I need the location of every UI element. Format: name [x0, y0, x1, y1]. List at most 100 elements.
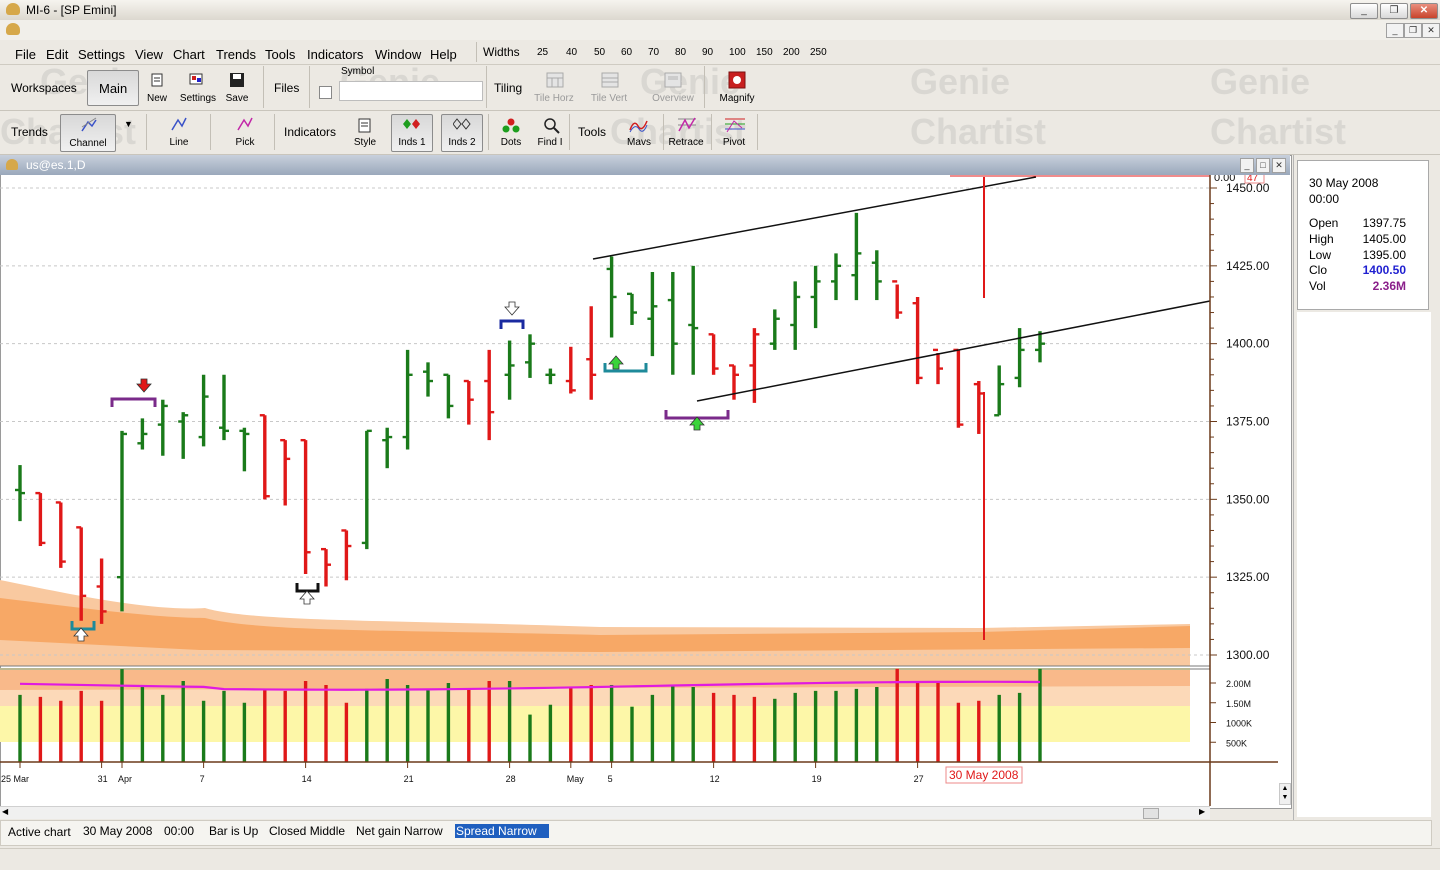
info-volume-label: Vol — [1309, 279, 1326, 293]
new-button[interactable]: New — [145, 93, 169, 104]
title-bar: MI-6 - [SP Emini] _ ❐ ✕ — [0, 0, 1440, 21]
price-bars[interactable] — [15, 212, 1045, 624]
chart-minimize-button[interactable]: _ — [1240, 158, 1254, 173]
side-blank-area — [1297, 312, 1431, 817]
price-bar — [606, 256, 617, 338]
settings-button[interactable]: Settings — [178, 93, 218, 104]
menu-tools[interactable]: Tools — [265, 47, 295, 62]
chart-window-titlebar: us@es.1,D _ □ ✕ — [0, 155, 1290, 175]
restore-button[interactable]: ❐ — [1380, 3, 1408, 19]
chart-close-button[interactable]: ✕ — [1272, 158, 1286, 173]
magnify-icon[interactable] — [728, 71, 746, 89]
indicators-label: Indicators — [284, 125, 337, 139]
close-button[interactable]: ✕ — [1410, 3, 1438, 19]
width-option-70[interactable]: 70 — [648, 47, 659, 58]
style-button[interactable]: Style — [348, 137, 382, 148]
width-option-80[interactable]: 80 — [675, 47, 686, 58]
width-option-40[interactable]: 40 — [566, 47, 577, 58]
tile-vert-icon[interactable] — [601, 72, 619, 88]
channel-label: Channel — [69, 138, 107, 149]
child-restore-button[interactable]: ❐ — [1404, 23, 1422, 38]
line-icon[interactable] — [170, 116, 188, 134]
scroll-left-icon[interactable]: ◀ — [2, 807, 8, 816]
menu-window[interactable]: Window — [375, 47, 421, 62]
mavs-icon[interactable] — [629, 117, 649, 135]
tile-vert-button[interactable]: Tile Vert — [585, 93, 633, 104]
scroll-right-icon[interactable]: ▶ — [1199, 807, 1205, 816]
find-button[interactable]: Find I — [533, 137, 567, 148]
price-tick-label: 1375.00 — [1226, 414, 1270, 428]
main-workspace-button[interactable]: Main — [87, 70, 139, 106]
overview-icon[interactable] — [664, 72, 682, 88]
width-option-150[interactable]: 150 — [756, 47, 773, 58]
price-tick-label: 1325.00 — [1226, 570, 1270, 584]
settings-icon[interactable] — [188, 72, 206, 90]
retrace-button[interactable]: Retrace — [666, 137, 706, 148]
width-option-100[interactable]: 100 — [729, 47, 746, 58]
time-tick-label: 28 — [506, 774, 516, 784]
menu-indicators[interactable]: Indicators — [307, 47, 363, 62]
dots-icon[interactable] — [502, 117, 520, 135]
width-option-90[interactable]: 90 — [702, 47, 713, 58]
new-icon[interactable] — [149, 72, 167, 90]
pivot-button[interactable]: Pivot — [717, 137, 751, 148]
menu-trends[interactable]: Trends — [216, 47, 256, 62]
price-bar — [15, 465, 25, 522]
menu-help[interactable]: Help — [430, 47, 457, 62]
find-icon[interactable] — [543, 117, 561, 135]
info-time: 00:00 — [1309, 192, 1340, 206]
magnify-button[interactable]: Magnify — [714, 93, 760, 104]
price-scroll-arrows[interactable]: ▲ ▼ — [1279, 783, 1291, 805]
menu-view[interactable]: View — [135, 47, 163, 62]
dots-button[interactable]: Dots — [494, 137, 528, 148]
line-button[interactable]: Line — [162, 137, 196, 148]
main-workspace-label: Main — [99, 81, 128, 96]
price-bar — [198, 374, 209, 447]
price-bar — [117, 430, 127, 612]
channel-upper-line — [592, 176, 1037, 260]
horizontal-scrollbar[interactable]: ◀ ▶ — [0, 806, 1210, 819]
inds1-button[interactable]: Inds 1 — [391, 114, 433, 152]
signal-bracket — [110, 397, 157, 407]
toolbar-separator — [210, 114, 211, 150]
down-arrow-icon — [136, 378, 152, 393]
menu-edit[interactable]: Edit — [46, 47, 68, 62]
overview-button[interactable]: Overview — [648, 93, 698, 104]
width-option-200[interactable]: 200 — [783, 47, 800, 58]
time-tick-label: 25 Mar — [1, 774, 29, 784]
symbol-input[interactable] — [339, 81, 483, 101]
minimize-button[interactable]: _ — [1350, 3, 1378, 19]
scroll-thumb[interactable] — [1143, 808, 1159, 819]
child-close-button[interactable]: ✕ — [1422, 23, 1440, 38]
toolbar-separator — [146, 114, 147, 150]
mavs-button[interactable]: Mavs — [622, 137, 656, 148]
pivot-icon[interactable] — [724, 116, 746, 134]
style-icon[interactable] — [357, 118, 373, 134]
child-minimize-button[interactable]: _ — [1386, 23, 1404, 38]
chart-maximize-button[interactable]: □ — [1256, 158, 1270, 173]
save-icon[interactable] — [229, 72, 247, 90]
pick-button[interactable]: Pick — [228, 137, 262, 148]
width-option-25[interactable]: 25 — [537, 47, 548, 58]
price-chart[interactable]: 14 5 0.00 1425.00 1400.00 1375.00 1350.00 1325.… — [0, 175, 1290, 806]
tile-horz-icon[interactable] — [546, 72, 564, 88]
retrace-icon[interactable] — [677, 116, 697, 134]
width-option-60[interactable]: 60 — [621, 47, 632, 58]
pick-icon[interactable] — [236, 116, 254, 134]
trends-dropdown-icon[interactable]: ▼ — [124, 119, 133, 129]
channel-button[interactable]: Channel — [60, 114, 116, 152]
width-option-250[interactable]: 250 — [810, 47, 827, 58]
time-tick-label: 5 — [608, 774, 613, 784]
menu-file[interactable]: File — [15, 47, 36, 62]
inds2-button[interactable]: Inds 2 — [441, 114, 483, 152]
save-button[interactable]: Save — [224, 93, 250, 104]
width-option-50[interactable]: 50 — [594, 47, 605, 58]
tile-horz-button[interactable]: Tile Horz — [530, 93, 578, 104]
menu-chart[interactable]: Chart — [173, 47, 205, 62]
price-bar — [892, 280, 903, 319]
time-tick-label: 27 — [914, 774, 924, 784]
price-bar — [321, 547, 331, 587]
price-bar — [586, 306, 597, 400]
symbol-checkbox[interactable] — [319, 86, 332, 99]
menu-settings[interactable]: Settings — [78, 47, 125, 62]
